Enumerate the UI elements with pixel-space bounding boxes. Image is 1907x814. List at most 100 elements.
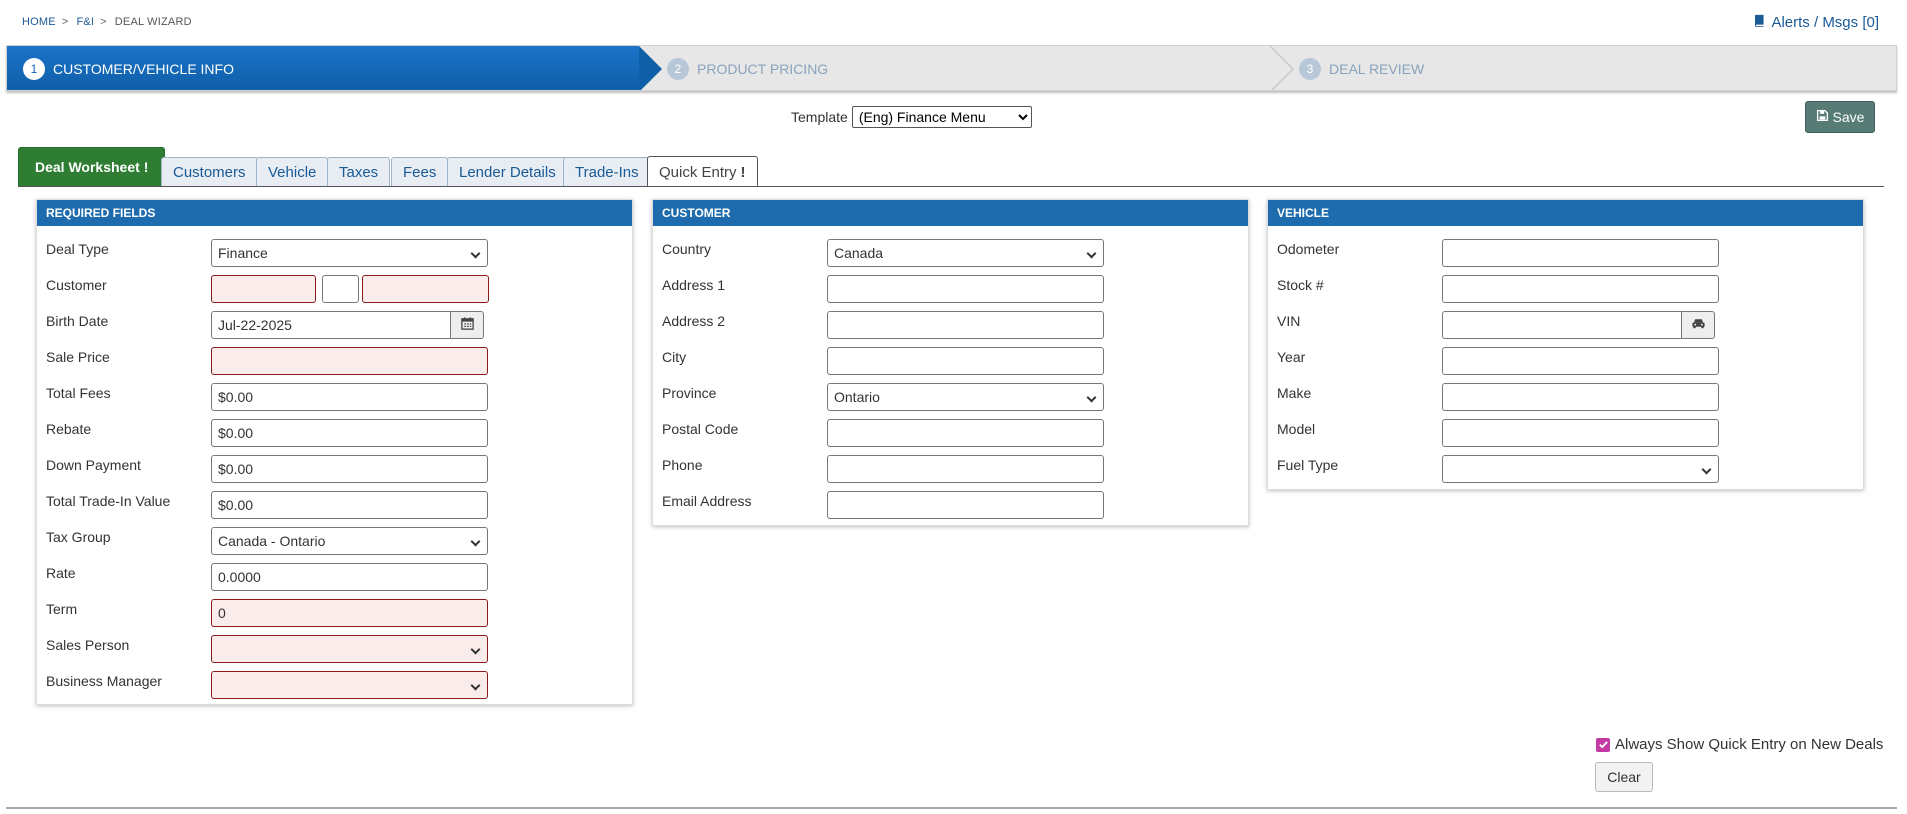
- required-fields-panel: REQUIRED FIELDS Deal Type Finance Custome…: [36, 199, 633, 705]
- tab-label: Quick Entry: [659, 163, 737, 181]
- birth-date-value: Jul-22-2025: [218, 317, 292, 333]
- make-input[interactable]: [1442, 383, 1719, 411]
- province-select[interactable]: Ontario: [827, 383, 1104, 411]
- city-input[interactable]: [827, 347, 1104, 375]
- wizard-step-deal-review[interactable]: 3 DEAL REVIEW: [1299, 46, 1425, 90]
- breadcrumb-current: DEAL WIZARD: [114, 16, 192, 28]
- calendar-button[interactable]: [450, 311, 484, 339]
- tab-label: Lender Details: [459, 163, 556, 181]
- business-manager-select[interactable]: [211, 671, 488, 699]
- total-fees-input[interactable]: $0.00: [211, 383, 488, 411]
- country-select[interactable]: Canada: [827, 239, 1104, 267]
- fuel-type-select[interactable]: [1442, 455, 1719, 483]
- step-number: 3: [1299, 58, 1321, 80]
- phone-input[interactable]: [827, 455, 1104, 483]
- breadcrumb-fi[interactable]: F&I: [76, 16, 94, 28]
- tax-group-label: Tax Group: [46, 529, 111, 545]
- fuel-type-label: Fuel Type: [1277, 457, 1339, 473]
- tab-lender-details[interactable]: Lender Details: [447, 157, 568, 186]
- template-label: Template: [791, 109, 848, 125]
- trade-in-value-input[interactable]: $0.00: [211, 491, 488, 519]
- tabs-divider: [18, 186, 1884, 187]
- rate-input[interactable]: 0.0000: [211, 563, 488, 591]
- year-label: Year: [1277, 349, 1306, 365]
- breadcrumb-separator: >: [100, 16, 107, 28]
- birth-date-label: Birth Date: [46, 313, 109, 329]
- down-payment-value: $0.00: [218, 461, 254, 477]
- breadcrumb-home[interactable]: HOME: [22, 16, 56, 28]
- stock-input[interactable]: [1442, 275, 1719, 303]
- tab-customers[interactable]: Customers: [161, 157, 258, 186]
- rebate-value: $0.00: [218, 425, 254, 441]
- tab-quick-entry[interactable]: Quick Entry!: [647, 156, 758, 187]
- address2-input[interactable]: [827, 311, 1104, 339]
- breadcrumb-separator: >: [61, 16, 69, 28]
- term-value: 0: [218, 605, 226, 621]
- vin-input[interactable]: [1442, 311, 1682, 339]
- rebate-label: Rebate: [46, 421, 92, 437]
- customer-first-name-input[interactable]: [211, 275, 316, 303]
- panel-title: VEHICLE: [1268, 200, 1863, 226]
- always-show-label: Always Show Quick Entry on New Deals: [1615, 736, 1884, 753]
- total-fees-value: $0.00: [218, 389, 254, 405]
- tab-taxes[interactable]: Taxes: [327, 157, 391, 186]
- clear-button[interactable]: Clear: [1595, 762, 1653, 792]
- term-label: Term: [46, 601, 78, 617]
- sale-price-input[interactable]: [211, 347, 488, 375]
- country-label: Country: [662, 241, 712, 257]
- postal-code-label: Postal Code: [662, 421, 739, 437]
- checkmark-icon: [1598, 741, 1608, 749]
- sale-price-label: Sale Price: [46, 349, 110, 365]
- tab-trade-ins[interactable]: Trade-Ins: [563, 157, 651, 186]
- sales-person-label: Sales Person: [46, 637, 130, 653]
- customer-last-name-input[interactable]: [362, 275, 489, 303]
- model-input[interactable]: [1442, 419, 1719, 447]
- rebate-input[interactable]: $0.00: [211, 419, 488, 447]
- tab-deal-worksheet[interactable]: Deal Worksheet!: [18, 147, 166, 186]
- postal-code-input[interactable]: [827, 419, 1104, 447]
- down-payment-input[interactable]: $0.00: [211, 455, 488, 483]
- car-icon: [1691, 316, 1706, 334]
- year-input[interactable]: [1442, 347, 1719, 375]
- business-manager-label: Business Manager: [46, 673, 162, 689]
- wizard-step-product-pricing[interactable]: 2 PRODUCT PRICING: [667, 46, 829, 90]
- save-button[interactable]: Save: [1805, 101, 1875, 133]
- vehicle-panel: VEHICLE Odometer Stock # VIN Year Make M…: [1267, 199, 1864, 490]
- template-select[interactable]: (Eng) Finance Menu: [851, 106, 1032, 128]
- trade-in-value: $0.00: [218, 497, 254, 513]
- email-input[interactable]: [827, 491, 1104, 519]
- tab-label: Taxes: [339, 163, 379, 181]
- sales-person-select[interactable]: [211, 635, 488, 663]
- tab-vehicle[interactable]: Vehicle: [256, 157, 329, 186]
- birth-date-input[interactable]: Jul-22-2025: [211, 311, 451, 339]
- panel-title: CUSTOMER: [653, 200, 1248, 226]
- tab-label: Trade-Ins: [575, 163, 639, 181]
- page-bottom-border: [6, 807, 1897, 809]
- odometer-input[interactable]: [1442, 239, 1719, 267]
- step-label: DEAL REVIEW: [1329, 61, 1425, 77]
- tax-group-value: Canada - Ontario: [218, 533, 326, 549]
- alerts-link[interactable]: Alerts / Msgs [0]: [1753, 14, 1879, 31]
- country-value: Canada: [834, 245, 884, 261]
- warning-flag: !: [143, 159, 149, 175]
- wizard-steps: 1 CUSTOMER/VEHICLE INFO 2 PRODUCT PRICIN…: [6, 45, 1897, 91]
- province-value: Ontario: [834, 389, 880, 405]
- save-label: Save: [1832, 109, 1865, 125]
- model-label: Model: [1277, 421, 1316, 437]
- vin-decode-button[interactable]: [1681, 311, 1715, 339]
- tab-fees[interactable]: Fees: [391, 157, 449, 186]
- step-number: 1: [23, 58, 45, 80]
- deal-type-select[interactable]: Finance: [211, 239, 488, 267]
- customer-middle-initial-input[interactable]: [322, 275, 359, 303]
- tab-label: Vehicle: [268, 163, 317, 181]
- deal-type-label: Deal Type: [46, 241, 109, 257]
- vin-label: VIN: [1277, 313, 1301, 329]
- province-label: Province: [662, 385, 717, 401]
- term-input[interactable]: 0: [211, 599, 488, 627]
- address1-input[interactable]: [827, 275, 1104, 303]
- alerts-label: Alerts / Msgs [0]: [1771, 14, 1879, 31]
- step-label: PRODUCT PRICING: [697, 61, 829, 77]
- tax-group-select[interactable]: Canada - Ontario: [211, 527, 488, 555]
- always-show-checkbox[interactable]: [1596, 737, 1610, 752]
- wizard-step-customer-vehicle[interactable]: 1 CUSTOMER/VEHICLE INFO: [7, 46, 662, 90]
